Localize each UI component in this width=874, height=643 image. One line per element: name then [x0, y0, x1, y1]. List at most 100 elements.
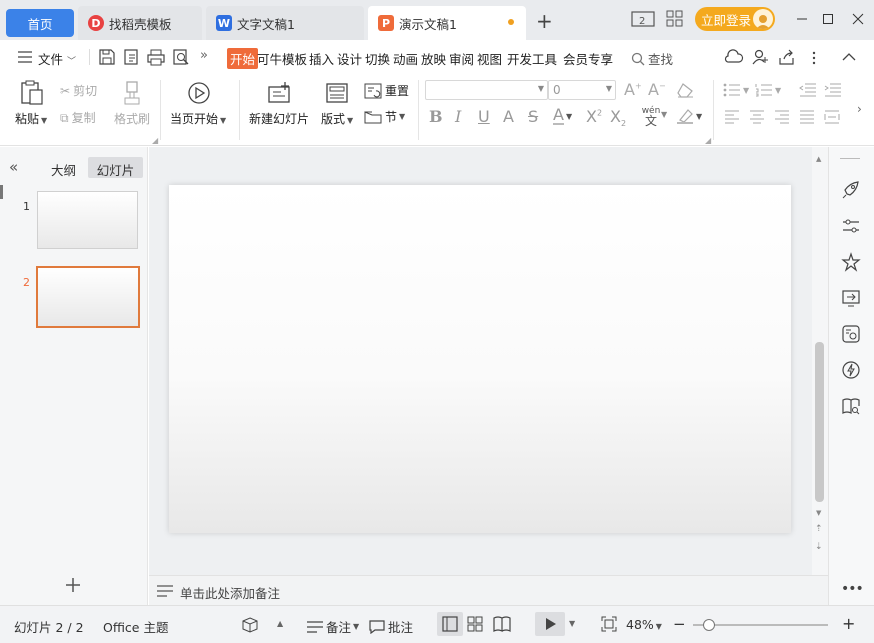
ribbon-scroll-right-icon[interactable]: ›	[857, 102, 862, 116]
tab-template[interactable]: D 找稻壳模板	[78, 6, 202, 40]
decrease-font-icon[interactable]: A−	[648, 80, 666, 99]
animation-panel-icon[interactable]	[841, 324, 863, 346]
new-slide-icon[interactable]	[267, 81, 291, 105]
zoom-slider[interactable]	[693, 619, 828, 631]
print-icon[interactable]	[147, 48, 167, 66]
font-size-select[interactable]: 0 ▼	[548, 80, 616, 100]
menu-item-member[interactable]: 会员专享	[563, 49, 613, 68]
menu-item-developer[interactable]: 开发工具	[507, 49, 557, 68]
italic-icon[interactable]: I	[455, 107, 461, 126]
align-center-icon[interactable]	[749, 110, 765, 124]
read-search-icon[interactable]	[841, 396, 863, 418]
section-button[interactable]: 节 ▼	[364, 108, 405, 125]
collapse-ribbon-icon[interactable]	[842, 52, 856, 62]
share-icon[interactable]	[778, 48, 798, 66]
play-from-current-icon[interactable]	[187, 81, 211, 105]
format-painter-button[interactable]: 格式刷	[114, 110, 150, 127]
increase-font-icon[interactable]: A+	[624, 80, 642, 99]
copy-button[interactable]: ⧉ 复制	[60, 109, 96, 126]
clipboard-launcher-icon[interactable]: ◢	[152, 136, 158, 145]
font-family-select[interactable]: ▼	[425, 80, 548, 100]
menu-item-transition[interactable]: 切换	[365, 49, 390, 68]
strikethrough-icon[interactable]: S	[528, 107, 538, 126]
paste-icon[interactable]	[19, 80, 45, 106]
font-color-icon[interactable]: A ▼	[553, 107, 572, 125]
highlight-icon[interactable]: ▼	[676, 108, 702, 124]
menu-item-design[interactable]: 设计	[337, 49, 362, 68]
tab-doc[interactable]: W 文字文稿1	[206, 6, 364, 40]
menu-item-review[interactable]: 审阅	[449, 49, 474, 68]
screen-mode-icon[interactable]: 2	[631, 10, 655, 28]
align-right-icon[interactable]	[774, 110, 790, 124]
reset-button[interactable]: 重置	[364, 82, 409, 99]
font-launcher-icon[interactable]: ◢	[705, 136, 711, 145]
new-tab-button[interactable]: +	[536, 9, 553, 33]
adjust-settings-icon[interactable]	[841, 216, 863, 238]
minimize-button[interactable]	[790, 8, 814, 30]
fit-to-window-icon[interactable]	[601, 616, 617, 632]
search-box[interactable]: 查找	[631, 49, 673, 68]
next-slide-icon[interactable]: ⇣	[815, 543, 823, 552]
clear-format-icon[interactable]	[676, 82, 694, 98]
decrease-indent-icon[interactable]	[799, 83, 817, 97]
menu-item-view[interactable]: 视图	[477, 49, 502, 68]
scroll-up-icon[interactable]: ▲	[816, 155, 821, 163]
layout-icon[interactable]	[326, 83, 348, 103]
more-quick-actions-icon[interactable]: »	[200, 48, 208, 63]
more-options-icon[interactable]	[812, 51, 816, 65]
slide-canvas[interactable]	[169, 185, 791, 533]
print-preview-icon[interactable]	[172, 48, 192, 66]
paste-button[interactable]: 粘贴 ▼	[15, 110, 47, 127]
previous-slide-icon[interactable]: ⇡	[815, 525, 823, 534]
zoom-slider-thumb[interactable]	[703, 619, 715, 631]
save-icon[interactable]	[98, 48, 118, 66]
subscript-icon[interactable]: X2	[610, 107, 626, 128]
panel-edge-handle[interactable]	[0, 185, 3, 199]
play-slideshow-button[interactable]	[535, 612, 565, 636]
vertical-scrollbar[interactable]: ▲ ▼ ⇡ ⇣	[812, 147, 828, 575]
superscript-icon[interactable]: X2	[586, 107, 602, 126]
export-pdf-icon[interactable]	[123, 48, 143, 66]
numbered-list-icon[interactable]: ▼	[755, 83, 781, 97]
menu-item-slideshow[interactable]: 放映	[421, 49, 446, 68]
reading-view-icon[interactable]	[493, 616, 511, 632]
theme-name[interactable]: Office 主题	[103, 617, 168, 636]
caret-up-icon[interactable]: ▲	[277, 619, 283, 628]
chevron-down-icon[interactable]: ▼	[569, 619, 575, 628]
tab-slides[interactable]: 幻灯片	[88, 157, 143, 178]
cloud-sync-icon[interactable]	[724, 48, 744, 66]
bullet-list-icon[interactable]: ▼	[723, 83, 749, 97]
notes-pane[interactable]: 单击此处添加备注	[149, 575, 828, 605]
format-painter-icon[interactable]	[121, 80, 143, 106]
tab-home[interactable]: 首页	[6, 9, 74, 37]
distribute-icon[interactable]	[824, 110, 840, 124]
layout-button[interactable]: 版式 ▼	[321, 110, 353, 127]
tab-outline[interactable]: 大纲	[51, 160, 76, 179]
justify-icon[interactable]	[799, 110, 815, 124]
slide-thumbnail-selected[interactable]	[36, 266, 140, 328]
menu-item-animation[interactable]: 动画	[393, 49, 418, 68]
menu-item-templates[interactable]: 可牛模板	[257, 49, 307, 68]
login-button[interactable]: 立即登录	[695, 7, 775, 31]
chevron-down-icon[interactable]: ▼	[661, 110, 667, 119]
cube-icon[interactable]	[242, 617, 258, 633]
phonetic-guide-icon[interactable]: wén 文	[640, 106, 662, 127]
normal-view-button[interactable]	[437, 612, 463, 636]
add-collaborator-icon[interactable]	[751, 48, 771, 66]
bold-icon[interactable]: B	[429, 107, 443, 126]
rocket-icon[interactable]	[841, 180, 863, 202]
slide-sorter-icon[interactable]	[467, 616, 483, 632]
more-tools-icon[interactable]: •••	[841, 581, 864, 597]
file-menu[interactable]: 文件 ﹀	[38, 49, 76, 68]
cut-button[interactable]: ✂ 剪切	[60, 82, 97, 99]
comments-button[interactable]: 批注	[369, 617, 413, 636]
apps-grid-icon[interactable]	[666, 10, 684, 28]
maximize-button[interactable]	[816, 8, 840, 30]
zoom-in-button[interactable]: +	[842, 614, 855, 633]
close-button[interactable]	[846, 8, 870, 30]
align-left-icon[interactable]	[724, 110, 740, 124]
hamburger-icon[interactable]	[18, 51, 32, 63]
notes-toggle-button[interactable]: 备注 ▼	[307, 617, 359, 636]
zoom-out-button[interactable]: −	[673, 615, 686, 633]
scroll-down-icon[interactable]: ▼	[816, 509, 821, 517]
